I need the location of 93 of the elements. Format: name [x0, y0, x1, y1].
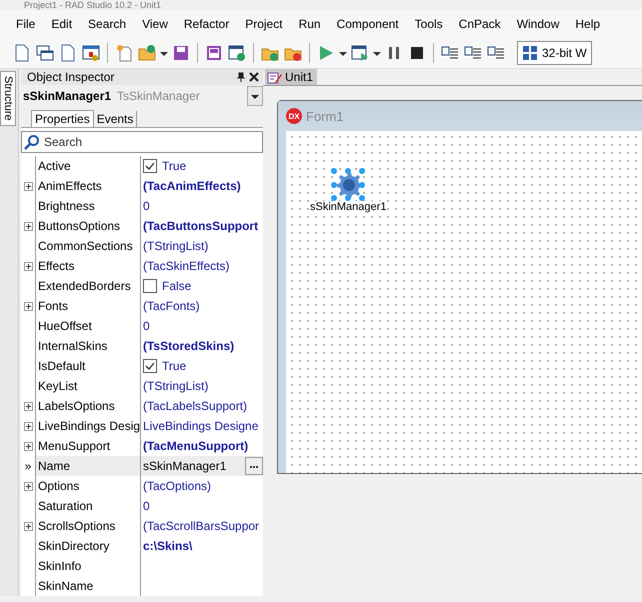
property-name[interactable]: ExtendedBorders [35, 276, 141, 296]
property-name[interactable]: SkinName [35, 576, 141, 596]
property-value: True [162, 159, 186, 173]
property-name[interactable]: HueOffset [35, 316, 141, 336]
new-item-icon[interactable] [114, 43, 134, 63]
property-name[interactable]: ButtonsOptions [35, 216, 141, 236]
menu-item[interactable]: View [134, 17, 176, 31]
expand-icon[interactable] [24, 262, 32, 270]
panel-title: Object Inspector [27, 70, 114, 84]
menu-item[interactable]: Window [508, 17, 568, 31]
expand-icon[interactable] [24, 222, 32, 230]
menu-item[interactable]: File [8, 17, 44, 31]
save-icon[interactable] [171, 43, 191, 63]
property-value: (TacAnimEffects) [143, 179, 241, 193]
property-value: 0 [143, 199, 150, 213]
windows-logo-icon [522, 45, 538, 61]
platform-dropdown[interactable]: 32-bit W [517, 41, 592, 65]
component-dropdown-button[interactable] [247, 86, 263, 106]
menu-item[interactable]: Help [567, 17, 608, 31]
checkbox[interactable] [143, 279, 157, 293]
current-row-marker: » [24, 459, 32, 473]
close-icon[interactable] [249, 72, 259, 82]
structure-tab[interactable]: Structure [0, 71, 16, 126]
property-name[interactable]: Active [35, 156, 141, 176]
property-name[interactable]: IsDefault [35, 356, 141, 376]
property-value: (TacSkinEffects) [143, 259, 230, 273]
expand-icon[interactable] [24, 482, 32, 490]
menu-item[interactable]: Refactor [176, 17, 238, 31]
property-name[interactable]: CommonSections [35, 236, 141, 256]
property-value: (TStringList) [143, 379, 208, 393]
property-value: c:\Skins\ [143, 539, 192, 553]
property-name[interactable]: LabelsOptions [35, 396, 141, 416]
property-value: False [162, 279, 192, 293]
property-name[interactable]: InternalSkins [35, 336, 141, 356]
expand-icon[interactable] [24, 422, 32, 430]
expand-icon[interactable] [24, 402, 32, 410]
property-name[interactable]: AnimEffects [35, 176, 141, 196]
window-icon[interactable] [227, 43, 247, 63]
menu-item[interactable]: Run [290, 17, 329, 31]
menu-item[interactable]: Tools [406, 17, 451, 31]
unit-file-icon [267, 70, 283, 84]
form-select-icon[interactable] [81, 43, 101, 63]
search-icon [24, 134, 40, 150]
form-caption: Form1 [306, 108, 344, 124]
window-title: Project1 - RAD Studio 10.2 - Unit1 [23, 0, 162, 10]
property-name[interactable]: Saturation [35, 496, 141, 516]
menu-item[interactable]: CnPack [450, 17, 509, 31]
menu-item[interactable]: Search [80, 17, 134, 31]
property-value: (TacOptions) [143, 479, 212, 493]
pin-icon[interactable] [236, 72, 246, 82]
property-name[interactable]: Brightness [35, 196, 141, 216]
search-field[interactable]: Search [21, 131, 263, 153]
property-name[interactable]: Effects [35, 256, 141, 276]
menu-item[interactable]: Component [328, 17, 407, 31]
property-name[interactable]: Fonts [35, 296, 141, 316]
expand-icon[interactable] [24, 182, 32, 190]
component-gear-icon[interactable] [329, 167, 368, 201]
run-window-icon[interactable] [350, 43, 370, 63]
property-value: (TacScrollBarsSuppor [143, 519, 260, 533]
checkbox[interactable] [143, 359, 157, 373]
property-name[interactable]: ScrollsOptions [35, 516, 141, 536]
property-value: (TacMenuSupport) [143, 439, 248, 453]
windows-icon[interactable] [35, 43, 55, 63]
checkbox[interactable] [143, 159, 157, 173]
form-badge-icon: DX [286, 108, 302, 124]
property-name[interactable]: Options [35, 476, 141, 496]
inspector-tab[interactable]: Properties [31, 110, 94, 127]
property-name[interactable]: Name [35, 456, 141, 476]
menu-item[interactable]: Project [237, 17, 291, 31]
ellipsis-button[interactable] [245, 457, 263, 475]
expand-icon[interactable] [24, 522, 32, 530]
property-name[interactable]: KeyList [35, 376, 141, 396]
menu-item[interactable]: Edit [43, 17, 80, 31]
save-all-icon[interactable] [204, 43, 224, 63]
property-value: (TacFonts) [143, 299, 200, 313]
property-name[interactable]: SkinDirectory [35, 536, 141, 556]
component-type: TsSkinManager [117, 89, 200, 103]
property-value: (TStringList) [143, 239, 208, 253]
property-value: True [162, 359, 186, 373]
property-name[interactable]: SkinInfo [35, 556, 141, 576]
editor-tab[interactable]: Unit1 [265, 69, 318, 85]
property-value: (TacButtonsSupport [143, 219, 258, 233]
expand-icon[interactable] [24, 302, 32, 310]
property-value: (TacLabelsSupport) [143, 399, 248, 413]
property-value: 0 [143, 319, 150, 333]
property-name[interactable]: LiveBindings Desig [35, 416, 141, 436]
property-value: (TsStoredSkins) [143, 339, 234, 353]
property-value: LiveBindings Designe [143, 419, 258, 433]
component-label: sSkinManager1 [310, 201, 386, 213]
component-name: sSkinManager1 [23, 89, 112, 103]
property-value: 0 [143, 499, 150, 513]
inspector-tab[interactable]: Events [94, 111, 138, 127]
expand-icon[interactable] [24, 442, 32, 450]
